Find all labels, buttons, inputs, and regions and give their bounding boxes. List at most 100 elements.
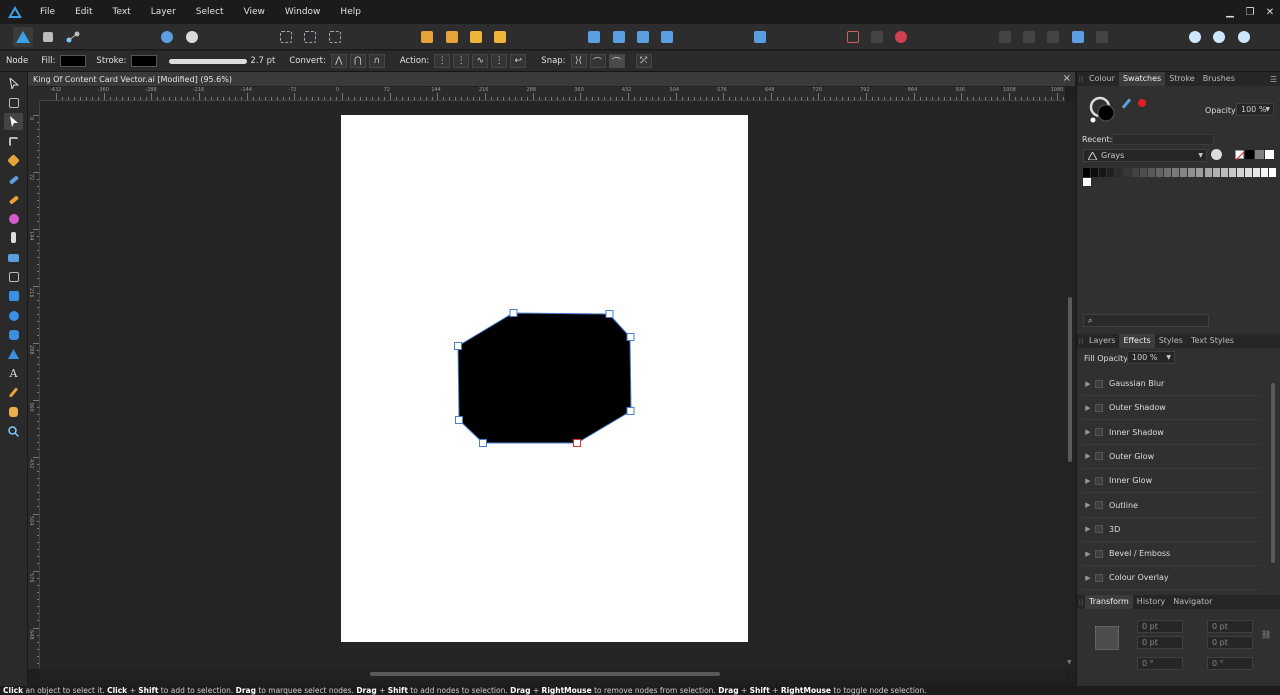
gray-swatch-cell[interactable] xyxy=(1220,168,1229,177)
node-handle[interactable] xyxy=(479,439,487,447)
fill-swatch[interactable] xyxy=(60,55,87,67)
move-forward-icon[interactable] xyxy=(466,27,486,47)
effect-checkbox[interactable] xyxy=(1095,476,1103,485)
selected-shape[interactable] xyxy=(40,101,1065,669)
close-curve-icon[interactable]: ⋮ xyxy=(453,54,470,68)
convert-smooth-icon[interactable]: ⋂ xyxy=(349,54,366,68)
break-curve-icon[interactable]: ⋮ xyxy=(434,54,451,68)
expand-arrow-icon[interactable]: ▶ xyxy=(1081,574,1095,582)
effect-checkbox[interactable] xyxy=(1095,403,1103,412)
menu-layer[interactable]: Layer xyxy=(141,0,186,24)
fill-stroke-selector-icon[interactable] xyxy=(1089,96,1117,124)
gray-swatch-cell[interactable] xyxy=(1196,168,1205,177)
effect-colour-overlay[interactable]: ▶ Colour Overlay xyxy=(1081,566,1261,591)
expand-arrow-icon[interactable]: ▶ xyxy=(1081,477,1095,485)
pencil-tool-icon[interactable] xyxy=(4,171,23,188)
transform-field[interactable]: 0 pt xyxy=(1207,636,1253,649)
vertical-scrollbar[interactable]: ▼ xyxy=(1065,101,1075,669)
gray-swatch-cell[interactable] xyxy=(1083,178,1091,186)
corner-tool-icon[interactable] xyxy=(4,133,23,150)
anchor-selector-icon[interactable] xyxy=(1095,626,1119,650)
none-swatch-icon[interactable] xyxy=(1235,150,1246,161)
gray-swatch-cell[interactable] xyxy=(1253,168,1262,177)
gray-swatch-cell[interactable] xyxy=(1099,168,1108,177)
expand-arrow-icon[interactable]: ▶ xyxy=(1081,428,1095,436)
effect-3d[interactable]: ▶ 3D xyxy=(1081,518,1261,542)
insert-behind-icon[interactable] xyxy=(1209,27,1229,47)
move-back-icon[interactable] xyxy=(417,27,437,47)
color-picker-tool-icon[interactable] xyxy=(4,384,23,401)
snap-handles-icon[interactable]: ⟩⟨ xyxy=(570,54,587,68)
ellipse-tool-icon[interactable] xyxy=(4,307,23,324)
transform-field[interactable]: 0 pt xyxy=(1137,636,1183,649)
insert-front-icon[interactable] xyxy=(1234,27,1254,47)
rectangle-tool-icon[interactable] xyxy=(4,287,23,304)
red-swatch-icon[interactable] xyxy=(1138,99,1146,107)
effect-outline[interactable]: ▶ Outline xyxy=(1081,494,1261,518)
panel-grip-icon[interactable]: ⁞⁞ xyxy=(1077,337,1085,346)
assistant-icon[interactable] xyxy=(157,27,177,47)
panel-grip-icon[interactable]: ⁞⁞ xyxy=(1077,598,1085,607)
gray-swatch-cell[interactable] xyxy=(1139,168,1148,177)
opacity-field[interactable]: 100 % ▼ xyxy=(1236,103,1274,116)
recent-swatches[interactable] xyxy=(1112,134,1214,145)
minimize-icon[interactable]: ▁ xyxy=(1222,4,1238,20)
snap-option-icon[interactable] xyxy=(867,27,887,47)
snap-grid-icon[interactable] xyxy=(843,27,863,47)
menu-view[interactable]: View xyxy=(234,0,275,24)
brush-tool-icon[interactable] xyxy=(4,191,23,208)
effect-outer-glow[interactable]: ▶ Outer Glow xyxy=(1081,445,1261,469)
scroll-down-icon[interactable]: ▼ xyxy=(1067,659,1072,666)
preferences-icon[interactable] xyxy=(182,27,202,47)
gray-swatch-cell[interactable] xyxy=(1091,168,1100,177)
tab-stroke[interactable]: Stroke xyxy=(1165,72,1199,86)
fill-opacity-field[interactable]: 100 % ▼ xyxy=(1127,351,1175,364)
vertical-ruler[interactable]: 0 72 144 216 288 360 432 504 576 648 xyxy=(28,101,40,669)
effect-gaussian-blur[interactable]: ▶ Gaussian Blur xyxy=(1081,372,1261,396)
panel-menu-icon[interactable]: ☰ xyxy=(1270,75,1277,84)
link-icon[interactable]: ⛓ xyxy=(1261,630,1271,639)
gray-swatch-cell[interactable] xyxy=(1236,168,1245,177)
expand-arrow-icon[interactable]: ▶ xyxy=(1081,501,1095,509)
document-tab[interactable]: King Of Content Card Vector.ai [Modified… xyxy=(28,72,1075,87)
align-icon[interactable] xyxy=(750,27,770,47)
effect-checkbox[interactable] xyxy=(1095,549,1103,558)
boolean-add-icon[interactable] xyxy=(995,27,1015,47)
tab-layers[interactable]: Layers xyxy=(1085,334,1119,348)
export-persona-icon[interactable] xyxy=(63,27,83,47)
smooth-curve-icon[interactable]: ∿ xyxy=(472,54,489,68)
black-swatch[interactable] xyxy=(1245,150,1254,159)
snap-curve-icon[interactable]: ⌒ xyxy=(589,54,606,68)
octagon-shape[interactable] xyxy=(457,312,632,444)
join-curves-icon[interactable]: ⋮ xyxy=(491,54,508,68)
effects-scrollbar[interactable] xyxy=(1271,383,1275,563)
tab-colour[interactable]: Colour xyxy=(1085,72,1119,86)
tab-brushes[interactable]: Brushes xyxy=(1199,72,1239,86)
expand-arrow-icon[interactable]: ▶ xyxy=(1081,380,1095,388)
fill-tool-icon[interactable] xyxy=(4,210,23,227)
stroke-width-value[interactable]: 2.7 pt xyxy=(250,56,275,66)
hand-tool-icon[interactable] xyxy=(4,403,23,420)
gray-swatch-cell[interactable] xyxy=(1212,168,1221,177)
palette-options-icon[interactable] xyxy=(1211,149,1222,160)
gray-swatch-cell[interactable] xyxy=(1188,168,1197,177)
chevron-down-icon[interactable]: ▼ xyxy=(1265,106,1270,113)
transform-field[interactable]: 0 pt xyxy=(1207,620,1253,633)
expand-arrow-icon[interactable]: ▶ xyxy=(1081,525,1095,533)
menu-edit[interactable]: Edit xyxy=(65,0,102,24)
transform-field[interactable]: 0 ° xyxy=(1137,657,1183,670)
menu-window[interactable]: Window xyxy=(275,0,331,24)
menu-file[interactable]: File xyxy=(30,0,65,24)
snap-smooth-icon[interactable]: ⌒ xyxy=(608,54,625,68)
move-backward-icon[interactable] xyxy=(442,27,462,47)
effect-checkbox[interactable] xyxy=(1095,501,1103,509)
effect-checkbox[interactable] xyxy=(1095,379,1103,388)
reverse-curve-icon[interactable]: ↩ xyxy=(510,54,527,68)
zoom-tool-icon[interactable] xyxy=(4,423,23,440)
tab-text-styles[interactable]: Text Styles xyxy=(1187,334,1238,348)
gray-swatch-cell[interactable] xyxy=(1269,168,1278,177)
triangle-tool-icon[interactable] xyxy=(4,345,23,362)
gray-swatch-cell[interactable] xyxy=(1123,168,1132,177)
eyedropper-icon[interactable] xyxy=(1121,98,1135,109)
rotate-left-icon[interactable] xyxy=(633,27,653,47)
